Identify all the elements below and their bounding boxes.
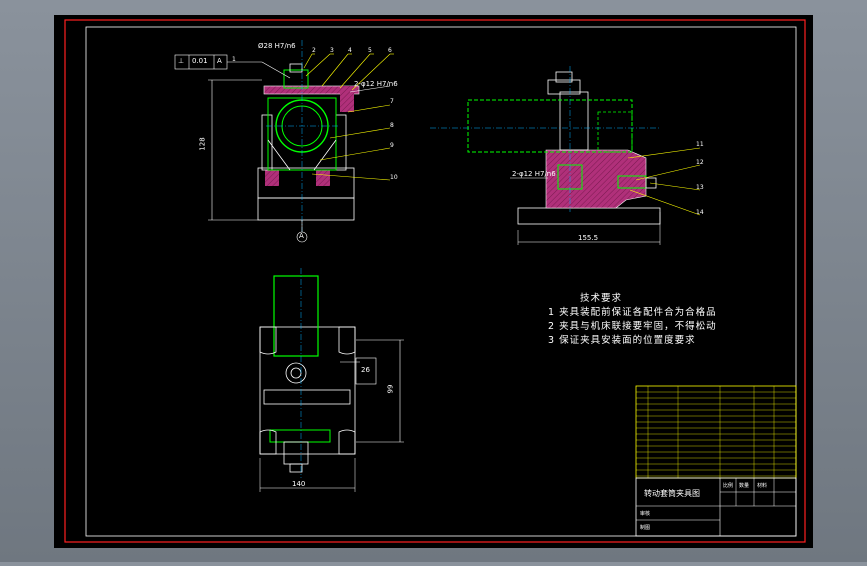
technical-notes: 技术要求 1 夹具装配前保证各配件合为合格品 2 夹具与机床联接要牢固，不得松动…: [548, 292, 717, 348]
cell-scale: 比例: [723, 483, 734, 489]
cell-drafter: 制图: [640, 525, 651, 531]
technical-note-1: 1 夹具装配前保证各配件合为合格品: [548, 307, 717, 318]
technical-notes-title: 技术要求: [580, 293, 623, 304]
cell-material: 材料: [757, 483, 768, 489]
tolerance-value: 0.01: [192, 57, 208, 65]
part-callout-6: 6: [388, 47, 392, 54]
dim-small-box: 26: [361, 366, 370, 374]
cell-quantity: 数量: [739, 483, 750, 489]
part-callout-14: 14: [696, 209, 704, 216]
part-callout-4: 4: [348, 47, 352, 54]
part-callout-5: 5: [368, 47, 372, 54]
drawing-window: Ø28 H7/n6 128 2-φ12 H7/n6 2-φ12 H7/n6 15…: [0, 0, 867, 562]
dim-length: 155.5: [578, 234, 599, 242]
technical-note-2: 2 夹具与机床联接要牢固，不得松动: [548, 321, 717, 332]
part-callout-1: 1: [232, 56, 236, 63]
dim-fit-right: 2-φ12 H7/n6: [354, 80, 398, 88]
part-callout-9: 9: [390, 142, 394, 149]
tolerance-symbol: ⊥: [178, 57, 185, 65]
dim-width: 140: [292, 480, 306, 488]
part-callout-8: 8: [390, 122, 394, 129]
part-callout-10: 10: [390, 174, 398, 181]
part-callout-13: 13: [696, 184, 704, 191]
drawing-sheet: [54, 15, 813, 548]
part-callout-11: 11: [696, 141, 704, 148]
tolerance-datum: A: [217, 57, 222, 65]
dim-height: 128: [198, 137, 207, 151]
part-callout-3: 3: [330, 47, 334, 54]
part-callout-7: 7: [390, 98, 394, 105]
technical-note-3: 3 保证夹具安装面的位置度要求: [548, 335, 696, 346]
cell-reviewer: 审核: [640, 511, 651, 517]
drawing-title: 转动套筒夹具图: [644, 489, 700, 498]
part-callout-12: 12: [696, 159, 704, 166]
dim-top-fit: Ø28 H7/n6: [258, 42, 296, 50]
part-callout-2: 2: [312, 47, 316, 54]
datum-a-label: A: [299, 232, 304, 240]
dim-fit-side: 2-φ12 H7/n6: [512, 170, 556, 178]
dim-vertical-right: 99: [386, 384, 395, 394]
